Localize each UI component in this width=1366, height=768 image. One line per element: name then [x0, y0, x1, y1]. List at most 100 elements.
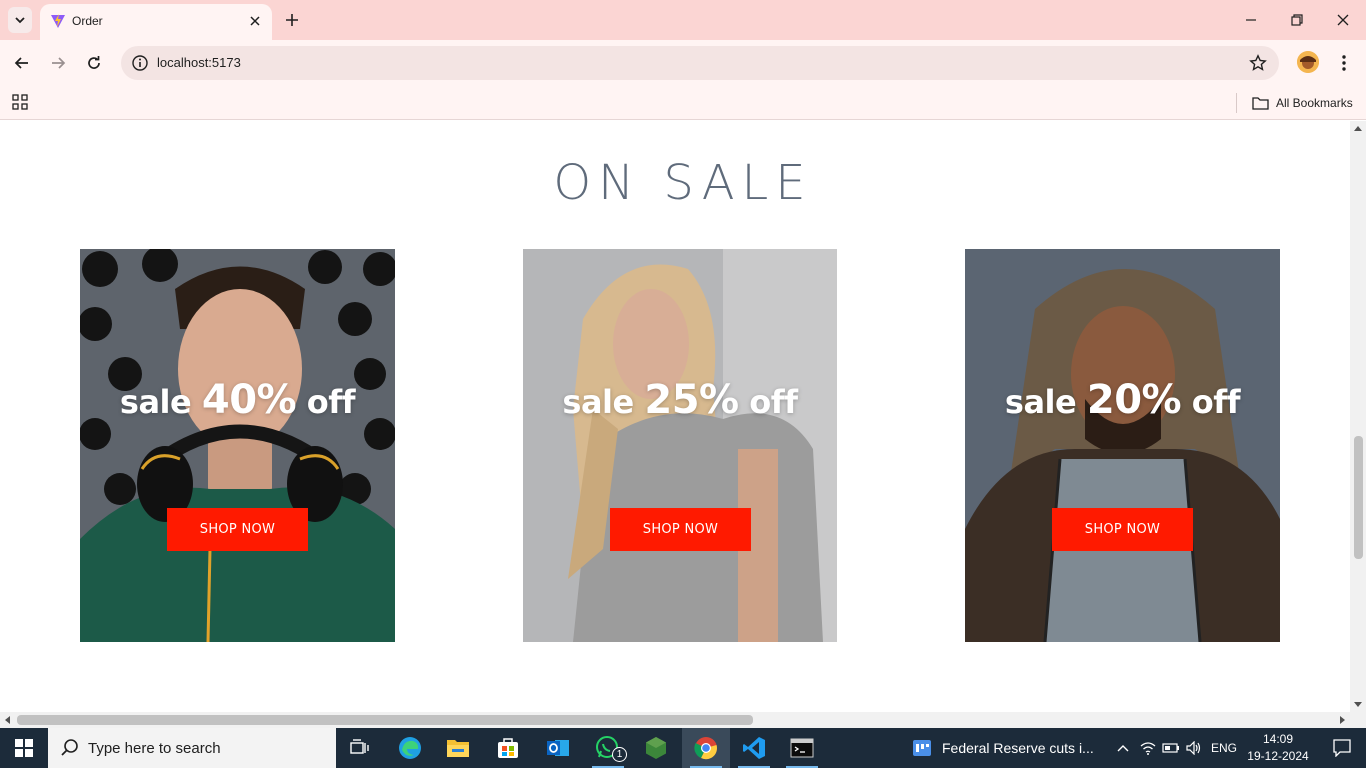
close-icon [250, 16, 260, 26]
restore-icon [1291, 14, 1303, 26]
sale-suffix: off [1191, 383, 1241, 421]
minimize-button[interactable] [1236, 8, 1266, 32]
more-vertical-icon [1342, 55, 1346, 71]
taskbar-chrome[interactable] [682, 728, 730, 768]
bookmarks-bar: All Bookmarks [0, 86, 1366, 120]
folder-icon [1252, 97, 1269, 110]
outlook-icon [547, 740, 569, 756]
news-widget[interactable]: Federal Reserve cuts i... [912, 728, 1112, 768]
sale-prefix: sale [1004, 383, 1077, 421]
taskbar-terminal[interactable] [778, 728, 826, 768]
taskbar-edge[interactable] [386, 728, 434, 768]
nodejs-icon [646, 737, 666, 759]
sale-card[interactable]: sale 40% off SHOP NOW [80, 249, 395, 642]
page-viewport: ON SALE sale 40% off SHOP NOW sale 25% o… [0, 121, 1350, 712]
horizontal-scrollbar-thumb[interactable] [17, 715, 753, 725]
all-bookmarks-button[interactable]: All Bookmarks [1252, 92, 1353, 114]
bookmarks-separator [1236, 93, 1237, 113]
taskbar-nodejs[interactable] [632, 728, 680, 768]
speaker-icon [1186, 741, 1201, 755]
sale-label: sale 20% off [965, 377, 1280, 423]
scroll-up-arrow-icon[interactable] [1354, 125, 1362, 131]
shop-now-button[interactable]: SHOP NOW [1052, 508, 1193, 551]
apps-grid-icon[interactable] [12, 94, 28, 110]
tab-search-button[interactable] [8, 7, 32, 33]
start-button[interactable] [0, 728, 48, 768]
taskbar-file-explorer[interactable] [434, 728, 482, 768]
product-photo-man-headphones [80, 249, 395, 642]
task-view-button[interactable] [336, 728, 384, 768]
vertical-scrollbar-thumb[interactable] [1354, 436, 1363, 559]
chevron-down-icon [15, 17, 25, 24]
horizontal-scrollbar[interactable] [0, 712, 1350, 728]
all-bookmarks-label: All Bookmarks [1276, 96, 1353, 110]
windows-taskbar: Type here to search 1 Federal Reserve cu… [0, 728, 1366, 768]
back-button[interactable] [10, 51, 34, 75]
tab-strip: Order [0, 0, 1366, 40]
scroll-right-arrow-icon[interactable] [1340, 716, 1346, 724]
clock-date: 19-12-2024 [1247, 749, 1309, 763]
scroll-left-arrow-icon[interactable] [4, 716, 10, 724]
windows-logo-icon [15, 739, 33, 757]
product-photo-woman-grey-tee [523, 249, 837, 642]
scroll-down-arrow-icon[interactable] [1354, 702, 1362, 708]
folder-icon [447, 740, 469, 757]
action-center-button[interactable] [1318, 728, 1366, 768]
task-view-icon [350, 739, 369, 754]
sale-label: sale 25% off [523, 377, 837, 423]
url-text[interactable]: localhost:5173 [157, 55, 241, 70]
forward-button[interactable] [46, 51, 70, 75]
shop-now-button[interactable]: SHOP NOW [167, 508, 308, 551]
chrome-icon [694, 737, 717, 760]
sale-suffix: off [306, 383, 356, 421]
sale-percent: 40% [201, 377, 297, 423]
battery-icon [1162, 743, 1179, 753]
address-bar[interactable]: localhost:5173 [121, 46, 1279, 80]
vite-favicon-icon [51, 14, 65, 28]
taskbar-search[interactable]: Type here to search [48, 728, 336, 768]
tab-close-button[interactable] [246, 12, 264, 30]
taskbar-outlook[interactable] [534, 728, 582, 768]
chevron-up-icon [1117, 745, 1129, 752]
network-status[interactable] [1138, 728, 1158, 768]
input-language[interactable]: ENG [1208, 728, 1240, 768]
taskbar-vscode[interactable] [730, 728, 778, 768]
tab-order[interactable]: Order [40, 4, 272, 40]
arrow-right-icon [52, 57, 66, 69]
taskbar-store[interactable] [484, 728, 532, 768]
show-hidden-icons-button[interactable] [1112, 728, 1134, 768]
battery-status[interactable] [1160, 728, 1182, 768]
sale-card[interactable]: sale 20% off SHOP NOW [965, 249, 1280, 642]
minimize-icon [1246, 19, 1256, 21]
product-photo-man-hooded-jacket [965, 249, 1280, 642]
bookmark-star-icon[interactable] [1249, 54, 1267, 72]
section-heading: ON SALE [553, 155, 813, 211]
close-window-button[interactable] [1328, 8, 1358, 32]
reload-icon [88, 56, 100, 69]
edge-icon [399, 737, 421, 759]
whatsapp-badge: 1 [612, 747, 627, 762]
volume-control[interactable] [1184, 728, 1204, 768]
browser-menu-button[interactable] [1334, 51, 1354, 75]
system-clock[interactable]: 14:09 19-12-2024 [1240, 731, 1316, 765]
new-tab-button[interactable] [282, 10, 302, 30]
taskbar-whatsapp[interactable]: 1 [584, 728, 632, 768]
vscode-icon [743, 737, 765, 759]
plus-icon [286, 14, 298, 26]
profile-avatar[interactable] [1297, 51, 1319, 73]
sale-prefix: sale [562, 383, 634, 421]
sale-percent: 25% [644, 377, 739, 423]
browser-toolbar: localhost:5173 [0, 40, 1366, 86]
reload-button[interactable] [82, 51, 106, 75]
shop-now-button[interactable]: SHOP NOW [610, 508, 751, 551]
news-icon [913, 740, 931, 756]
info-icon[interactable] [131, 54, 149, 72]
search-icon [61, 739, 78, 756]
vertical-scrollbar[interactable] [1350, 121, 1366, 712]
restore-button[interactable] [1282, 8, 1312, 32]
scrollbar-corner [1350, 712, 1366, 728]
sale-card[interactable]: sale 25% off SHOP NOW [523, 249, 837, 642]
store-icon [498, 738, 518, 758]
sale-label: sale 40% off [80, 377, 395, 423]
terminal-icon [790, 738, 814, 758]
